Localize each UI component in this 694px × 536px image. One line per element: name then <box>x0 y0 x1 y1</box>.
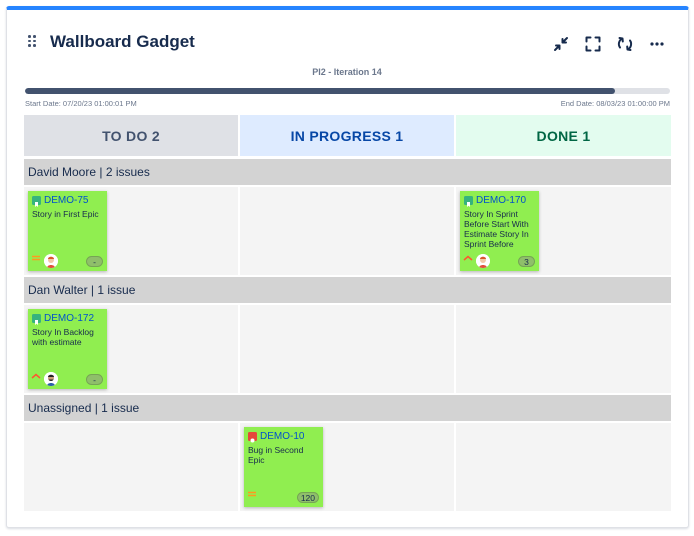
issue-summary: Story In Sprint Before Start With Estima… <box>464 209 529 249</box>
swimlane-header-unassigned[interactable]: Unassigned | 1 issue <box>24 395 671 421</box>
priority-high-icon <box>463 255 473 261</box>
sprint-start-date: Start Date: 07/20/23 01:00:01 PM <box>25 99 137 108</box>
swimlane-header-dan-walter[interactable]: Dan Walter | 1 issue <box>24 277 671 303</box>
collapse-button[interactable] <box>549 32 573 56</box>
assignee-avatar[interactable] <box>44 254 58 268</box>
cell-dan-in-progress <box>240 305 454 393</box>
cell-dan-done <box>456 305 671 393</box>
fullscreen-icon <box>585 36 601 52</box>
priority-medium-icon <box>248 491 256 497</box>
cell-david-in-progress <box>240 187 454 275</box>
bug-icon <box>248 432 257 443</box>
issue-card-demo-170[interactable]: DEMO-170 Story In Sprint Before Start Wi… <box>460 191 539 271</box>
column-header-todo: TO DO 2 <box>24 115 238 156</box>
more-icon <box>650 42 664 46</box>
issue-key[interactable]: DEMO-75 <box>44 195 88 206</box>
refresh-icon <box>617 37 633 51</box>
drag-handle-icon[interactable] <box>28 35 38 49</box>
assignee-avatar[interactable] <box>44 372 58 386</box>
gadget-title: Wallboard Gadget <box>50 32 195 51</box>
cell-unassigned-todo <box>24 423 238 511</box>
cell-unassigned-done <box>456 423 671 511</box>
refresh-button[interactable] <box>613 32 637 56</box>
sprint-progress-fill <box>25 88 616 94</box>
issue-summary: Bug in Second Epic <box>248 445 304 465</box>
story-points-badge: 120 <box>296 492 319 503</box>
story-icon <box>32 196 41 207</box>
sprint-end-date: End Date: 08/03/23 01:00:00 PM <box>560 99 670 108</box>
assignee-avatar[interactable] <box>476 254 490 268</box>
issue-card-demo-10[interactable]: DEMO-10 Bug in Second Epic 120 <box>244 427 323 507</box>
more-button[interactable] <box>645 32 669 56</box>
story-points-badge: 3 <box>518 256 535 267</box>
column-header-done: DONE 1 <box>456 115 671 156</box>
issue-card-demo-172[interactable]: DEMO-172 Story In Backlog with estimate … <box>28 309 107 389</box>
issue-key[interactable]: DEMO-10 <box>260 431 304 442</box>
priority-high-icon <box>31 373 41 379</box>
collapse-icon <box>554 37 568 51</box>
sprint-progress-bar <box>25 88 670 94</box>
story-icon <box>464 196 473 207</box>
sprint-name: PI2 - Iteration 14 <box>312 67 382 77</box>
issue-key[interactable]: DEMO-172 <box>44 313 94 324</box>
column-header-in-progress: IN PROGRESS 1 <box>240 115 454 156</box>
story-points-badge: - <box>86 256 103 267</box>
issue-summary: Story In Backlog with estimate <box>32 327 94 347</box>
issue-key[interactable]: DEMO-170 <box>476 195 526 206</box>
fullscreen-button[interactable] <box>581 32 605 56</box>
issue-summary: Story in First Epic <box>32 209 99 219</box>
issue-card-demo-75[interactable]: DEMO-75 Story in First Epic - <box>28 191 107 271</box>
story-icon <box>32 314 41 325</box>
swimlane-header-david-moore[interactable]: David Moore | 2 issues <box>24 159 671 185</box>
priority-medium-icon <box>32 255 40 261</box>
story-points-badge: - <box>86 374 103 385</box>
